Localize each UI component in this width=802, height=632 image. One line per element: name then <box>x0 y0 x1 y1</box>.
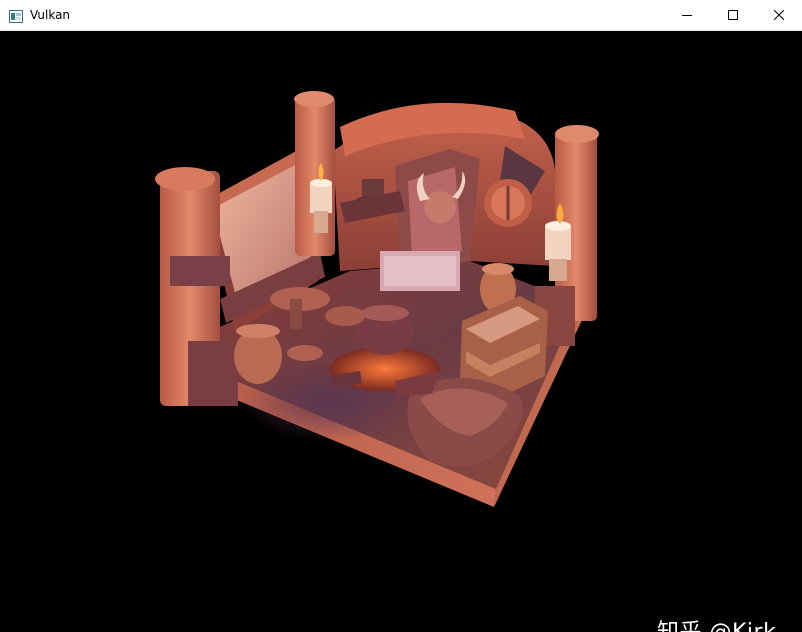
close-icon <box>774 10 784 20</box>
minimize-button[interactable] <box>664 0 710 30</box>
window-title: Vulkan <box>30 8 71 22</box>
close-button[interactable] <box>756 0 802 30</box>
app-window: Vulkan <box>0 0 802 632</box>
render-viewport[interactable]: 知乎 @Kirk <box>0 31 802 632</box>
watermark-text: 知乎 @Kirk <box>657 614 776 632</box>
title-bar[interactable]: Vulkan <box>0 0 802 31</box>
3d-room-diorama <box>155 91 599 507</box>
minimize-icon <box>682 10 692 20</box>
maximize-icon <box>728 10 738 20</box>
vulkan-window-icon <box>9 8 23 23</box>
maximize-button[interactable] <box>710 0 756 30</box>
